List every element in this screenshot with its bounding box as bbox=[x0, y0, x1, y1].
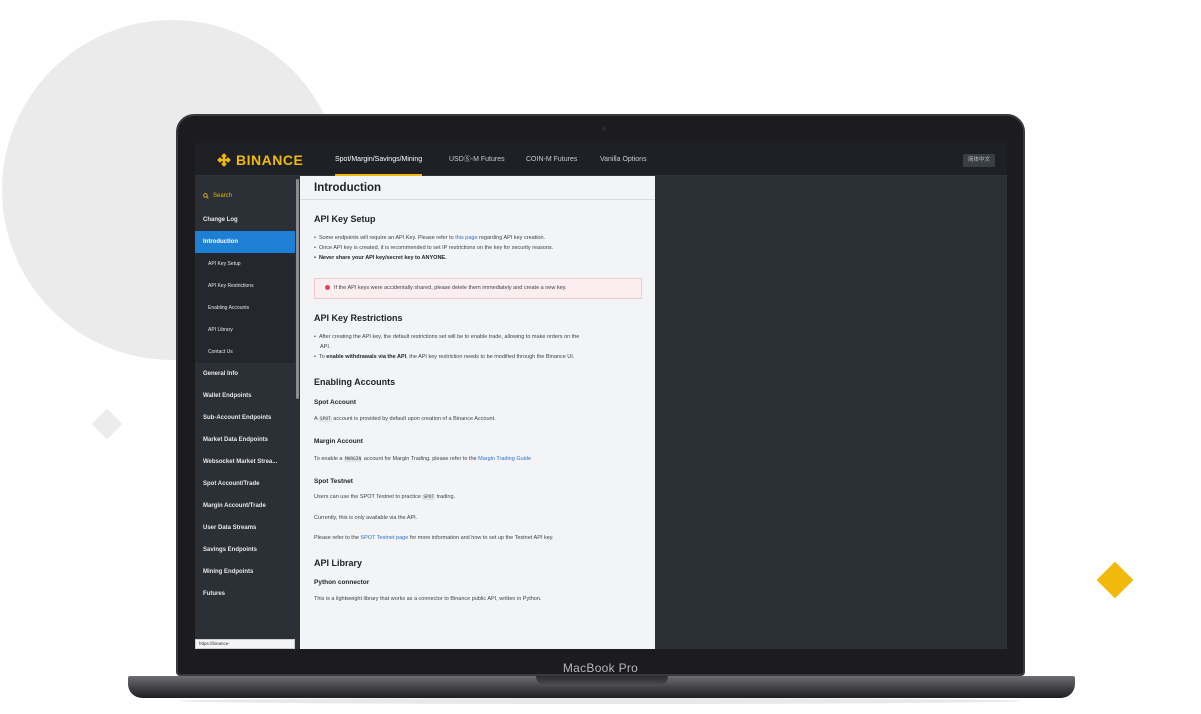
heading-api-key-restrictions: API Key Restrictions bbox=[314, 313, 403, 323]
heading-api-library: API Library bbox=[314, 558, 363, 568]
sidebar-item-change-log[interactable]: Change Log bbox=[195, 209, 295, 231]
top-navigation-bar: BINANCE Spot/Margin/Savings/Mining USDⓈ-… bbox=[195, 143, 1007, 176]
paragraph: To enable a MARGIN account for Margin Tr… bbox=[314, 456, 531, 462]
sidebar-item-enabling-accounts[interactable]: Enabling Accounts bbox=[195, 297, 295, 319]
sidebar-item-contact-us[interactable]: Contact Us bbox=[195, 341, 295, 363]
search-placeholder: Search bbox=[213, 193, 233, 199]
list-item: Some endpoints will require an API Key. … bbox=[314, 235, 545, 241]
paragraph: A SPOT account is provided by default up… bbox=[314, 416, 496, 422]
heading-spot-testnet: Spot Testnet bbox=[314, 478, 353, 485]
sidebar-item-mining-endpoints[interactable]: Mining Endpoints bbox=[195, 561, 295, 583]
sidebar-item-api-key-setup[interactable]: API Key Setup bbox=[195, 253, 295, 275]
sidebar-item-savings-endpoints[interactable]: Savings Endpoints bbox=[195, 539, 295, 561]
doc-content: Introduction API Key Setup Some endpoint… bbox=[300, 176, 655, 649]
sidebar-item-futures[interactable]: Futures bbox=[195, 583, 295, 605]
tab-spot-margin-savings-mining[interactable]: Spot/Margin/Savings/Mining bbox=[335, 143, 423, 176]
logo-text: BINANCE bbox=[236, 152, 304, 168]
warning-callout: If the API keys were accidentally shared… bbox=[314, 278, 642, 299]
tab-vanilla-options[interactable]: Vanilla Options bbox=[600, 143, 647, 176]
gold-diamond-decoration bbox=[1096, 561, 1134, 599]
content-header: Introduction bbox=[300, 176, 655, 200]
sidebar-item-user-data-streams[interactable]: User Data Streams bbox=[195, 517, 295, 539]
marketing-stage: BINANCE Spot/Margin/Savings/Mining USDⓈ-… bbox=[0, 0, 1201, 714]
laptop-notch bbox=[536, 676, 668, 686]
heading-margin-account: Margin Account bbox=[314, 438, 363, 445]
gray-diamond-decoration bbox=[91, 408, 123, 440]
sidebar-item-sub-account-endpoints[interactable]: Sub-Account Endpoints bbox=[195, 407, 295, 429]
tab-usds-m-futures[interactable]: USDⓈ-M Futures bbox=[449, 143, 505, 176]
status-bar-url: https://binance-docs.github.io/apidocs/s… bbox=[195, 639, 295, 649]
paragraph: Please refer to the SPOT Testnet page fo… bbox=[314, 535, 554, 541]
page-title: Introduction bbox=[314, 182, 382, 194]
laptop-shadow bbox=[180, 698, 1020, 704]
device-label: MacBook Pro bbox=[562, 661, 639, 675]
alert-icon bbox=[325, 284, 330, 290]
sidebar-item-api-library[interactable]: API Library bbox=[195, 319, 295, 341]
sidebar-item-websocket-market-streams[interactable]: Websocket Market Strea... bbox=[195, 451, 295, 473]
tab-coin-m-futures[interactable]: COIN-M Futures bbox=[526, 143, 577, 176]
paragraph: This is a lightweight library that works… bbox=[314, 596, 542, 602]
sidebar-item-margin-account-trade[interactable]: Margin Account/Trade bbox=[195, 495, 295, 517]
language-button[interactable]: 简体中文 bbox=[962, 154, 995, 167]
search-input[interactable]: Search bbox=[203, 193, 232, 199]
list-item: To enable withdrawals via the API, the A… bbox=[314, 354, 574, 360]
sidebar-item-market-data-endpoints[interactable]: Market Data Endpoints bbox=[195, 429, 295, 451]
sidebar: Search Change Log Introduction API Key S… bbox=[195, 176, 295, 649]
list-item: Once API key is created, it is recommend… bbox=[314, 245, 553, 251]
list-item-continuation: API. bbox=[320, 344, 331, 350]
binance-logo-icon bbox=[217, 153, 231, 167]
paragraph: Users can use the SPOT Testnet to practi… bbox=[314, 494, 456, 500]
laptop-screen: BINANCE Spot/Margin/Savings/Mining USDⓈ-… bbox=[195, 143, 1007, 649]
this-page-link[interactable]: this page bbox=[455, 235, 477, 241]
sidebar-item-api-key-restrictions[interactable]: API Key Restrictions bbox=[195, 275, 295, 297]
list-item-warning: Never share your API key/secret key to A… bbox=[314, 255, 447, 261]
heading-python-connector: Python connector bbox=[314, 579, 370, 586]
heading-enabling-accounts: Enabling Accounts bbox=[314, 377, 396, 387]
heading-spot-account: Spot Account bbox=[314, 399, 357, 406]
list-item: After creating the API key, the default … bbox=[314, 334, 579, 340]
sidebar-item-introduction[interactable]: Introduction bbox=[195, 231, 295, 253]
spot-testnet-page-link[interactable]: SPOT Testnet page bbox=[360, 535, 408, 541]
paragraph: Currently, this is only available via th… bbox=[314, 515, 418, 521]
sidebar-scrollbar[interactable] bbox=[296, 179, 299, 399]
sidebar-item-wallet-endpoints[interactable]: Wallet Endpoints bbox=[195, 385, 295, 407]
sidebar-item-spot-account-trade[interactable]: Spot Account/Trade bbox=[195, 473, 295, 495]
camera-icon bbox=[602, 127, 606, 131]
code-sample-panel bbox=[655, 176, 1007, 649]
heading-api-key-setup: API Key Setup bbox=[314, 214, 376, 224]
margin-trading-guide-link[interactable]: Margin Trading Guide bbox=[478, 456, 531, 462]
sidebar-item-general-info[interactable]: General Info bbox=[195, 363, 295, 385]
search-icon bbox=[203, 193, 209, 199]
binance-logo[interactable]: BINANCE bbox=[217, 152, 303, 168]
